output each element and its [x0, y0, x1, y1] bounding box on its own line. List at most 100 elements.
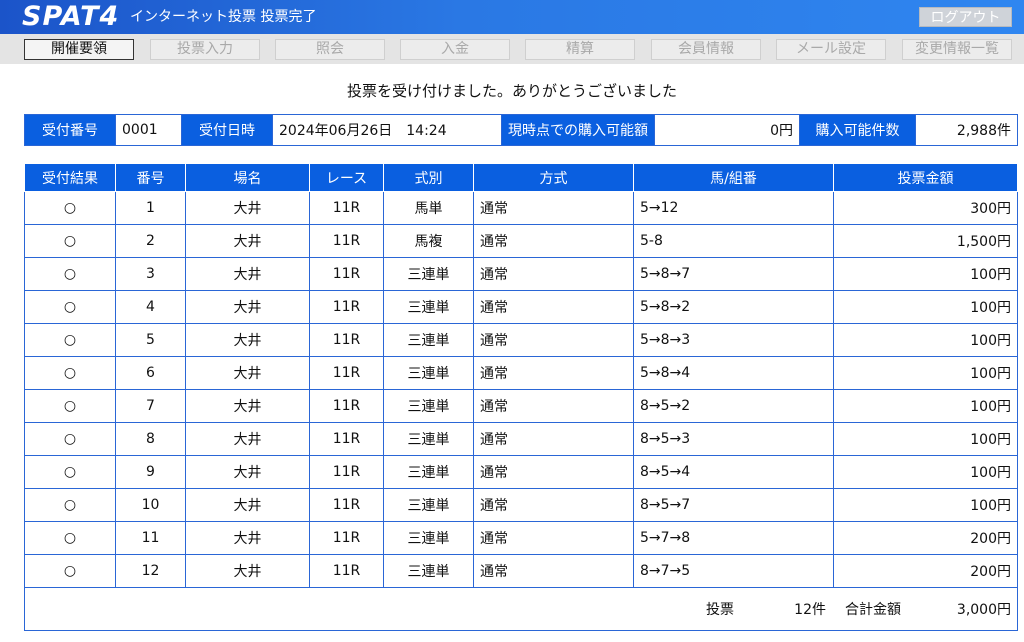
- venue: 大井: [185, 290, 310, 324]
- race: 11R: [309, 554, 384, 588]
- result-mark: ○: [24, 257, 116, 291]
- result-mark: ○: [24, 191, 116, 225]
- bet-type: 三連単: [383, 455, 474, 489]
- page-title: インターネット投票 投票完了: [130, 9, 317, 25]
- race: 11R: [309, 521, 384, 555]
- balance-label: 現時点での購入可能額: [501, 114, 655, 146]
- logout-button[interactable]: ログアウト: [919, 7, 1012, 27]
- race: 11R: [309, 323, 384, 357]
- race: 11R: [309, 488, 384, 522]
- venue: 大井: [185, 389, 310, 423]
- table-row: ○ 6 大井 11R 三連単 通常 5→8→4 100円: [24, 356, 1018, 390]
- amount: 200円: [833, 521, 1018, 555]
- combination: 8→5→4: [633, 455, 834, 489]
- amount: 100円: [833, 389, 1018, 423]
- combination: 5→8→4: [633, 356, 834, 390]
- nav-settlement[interactable]: 精算: [525, 39, 635, 60]
- table-row: ○ 1 大井 11R 馬単 通常 5→12 300円: [24, 191, 1018, 225]
- combination: 5→8→3: [633, 323, 834, 357]
- venue: 大井: [185, 488, 310, 522]
- nav-bar: 開催要領 投票入力 照会 入金 精算 会員情報 メール設定 変更情報一覧: [0, 34, 1024, 64]
- method: 通常: [473, 455, 634, 489]
- votes-label: 投票: [706, 602, 734, 618]
- method: 通常: [473, 290, 634, 324]
- row-number: 7: [115, 389, 186, 423]
- result-mark: ○: [24, 389, 116, 423]
- combination: 5-8: [633, 224, 834, 258]
- amount: 100円: [833, 455, 1018, 489]
- combination: 5→7→8: [633, 521, 834, 555]
- amount: 200円: [833, 554, 1018, 588]
- amount: 300円: [833, 191, 1018, 225]
- bet-type: 馬単: [383, 191, 474, 225]
- race: 11R: [309, 422, 384, 456]
- method: 通常: [473, 191, 634, 225]
- venue: 大井: [185, 257, 310, 291]
- row-number: 10: [115, 488, 186, 522]
- top-bar: SPAT4 インターネット投票 投票完了 ログアウト: [0, 0, 1024, 34]
- venue: 大井: [185, 191, 310, 225]
- nav-mail-settings[interactable]: メール設定: [776, 39, 886, 60]
- nav-deposit[interactable]: 入金: [400, 39, 510, 60]
- total-amount: 3,000円: [956, 602, 1011, 618]
- row-number: 5: [115, 323, 186, 357]
- purchasable-count-value: 2,988件: [915, 114, 1018, 146]
- method: 通常: [473, 323, 634, 357]
- race: 11R: [309, 455, 384, 489]
- venue: 大井: [185, 554, 310, 588]
- race: 11R: [309, 290, 384, 324]
- header-number: 番号: [115, 164, 186, 192]
- row-number: 11: [115, 521, 186, 555]
- header-method: 方式: [473, 164, 634, 192]
- method: 通常: [473, 422, 634, 456]
- receipt-info-table: 受付番号 0001 受付日時 2024年06月26日 14:24 現時点での購入…: [24, 114, 1018, 146]
- combination: 8→5→7: [633, 488, 834, 522]
- votes-count: 12件: [794, 602, 826, 618]
- bet-type: 三連単: [383, 488, 474, 522]
- row-number: 9: [115, 455, 186, 489]
- method: 通常: [473, 488, 634, 522]
- bet-type: 三連単: [383, 356, 474, 390]
- total-label: 合計金額: [845, 602, 901, 618]
- table-row: ○ 10 大井 11R 三連単 通常 8→5→7 100円: [24, 488, 1018, 522]
- combination: 8→5→2: [633, 389, 834, 423]
- nav-member-info[interactable]: 会員情報: [651, 39, 761, 60]
- result-mark: ○: [24, 422, 116, 456]
- row-number: 6: [115, 356, 186, 390]
- row-number: 3: [115, 257, 186, 291]
- spat4-logo: SPAT4: [22, 1, 120, 32]
- header-bet-type: 式別: [383, 164, 474, 192]
- totals-row: 投票 12件 合計金額 3,000円: [24, 587, 1018, 631]
- amount: 100円: [833, 422, 1018, 456]
- nav-event-info[interactable]: 開催要領: [24, 39, 134, 60]
- table-row: ○ 3 大井 11R 三連単 通常 5→8→7 100円: [24, 257, 1018, 291]
- header-result: 受付結果: [24, 164, 116, 192]
- row-number: 8: [115, 422, 186, 456]
- nav-inquiry[interactable]: 照会: [275, 39, 385, 60]
- amount: 100円: [833, 290, 1018, 324]
- balance-value: 0円: [654, 114, 800, 146]
- header-race: レース: [309, 164, 384, 192]
- combination: 5→8→2: [633, 290, 834, 324]
- result-mark: ○: [24, 224, 116, 258]
- result-mark: ○: [24, 356, 116, 390]
- bet-type: 三連単: [383, 554, 474, 588]
- amount: 1,500円: [833, 224, 1018, 258]
- nav-vote-input[interactable]: 投票入力: [150, 39, 260, 60]
- nav-change-history[interactable]: 変更情報一覧: [902, 39, 1012, 60]
- amount: 100円: [833, 323, 1018, 357]
- method: 通常: [473, 554, 634, 588]
- bet-type: 三連単: [383, 422, 474, 456]
- confirmation-message: 投票を受け付けました。ありがとうございました: [346, 82, 677, 100]
- table-row: ○ 2 大井 11R 馬複 通常 5-8 1,500円: [24, 224, 1018, 258]
- result-mark: ○: [24, 488, 116, 522]
- bet-type: 三連単: [383, 521, 474, 555]
- venue: 大井: [185, 422, 310, 456]
- table-row: ○ 12 大井 11R 三連単 通常 8→7→5 200円: [24, 554, 1018, 588]
- bet-type: 三連単: [383, 389, 474, 423]
- method: 通常: [473, 389, 634, 423]
- row-number: 2: [115, 224, 186, 258]
- bet-type: 馬複: [383, 224, 474, 258]
- header-combination: 馬/組番: [633, 164, 834, 192]
- row-number: 4: [115, 290, 186, 324]
